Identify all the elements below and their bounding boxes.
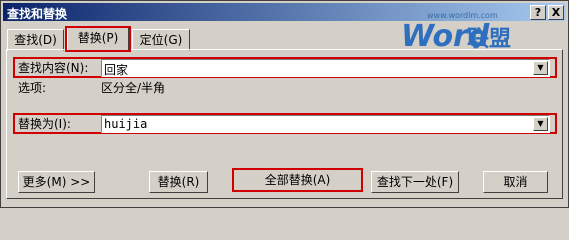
replace-label: 替换为(I): bbox=[18, 117, 71, 131]
chevron-down-icon[interactable]: ▼ bbox=[533, 117, 548, 131]
replace-combobox[interactable]: huijia ▼ bbox=[101, 115, 550, 133]
options-value: 区分全/半角 bbox=[101, 81, 166, 95]
tab-replace-highlight bbox=[65, 26, 131, 52]
find-next-button[interactable]: 查找下一处(F) bbox=[371, 171, 459, 193]
more-button[interactable]: 更多(M) >> bbox=[18, 171, 95, 193]
options-label: 选项: bbox=[18, 81, 47, 95]
close-button[interactable]: X bbox=[548, 5, 564, 20]
chevron-down-icon[interactable]: ▼ bbox=[533, 61, 548, 75]
window-title: 查找和替换 bbox=[7, 7, 68, 21]
cancel-button[interactable]: 取消 bbox=[483, 171, 548, 193]
find-replace-dialog: 查找和替换 ? X www.wordlm.com Word 联盟 查找(D) 替… bbox=[0, 0, 569, 208]
find-combobox[interactable]: 回家 ▼ bbox=[101, 59, 550, 77]
help-icon: ? bbox=[534, 6, 542, 19]
watermark-logo: www.wordlm.com Word 联盟 bbox=[393, 9, 533, 54]
replace-input[interactable]: huijia bbox=[104, 117, 147, 131]
close-icon: X bbox=[551, 6, 561, 19]
find-label: 查找内容(N): bbox=[18, 61, 89, 75]
find-input[interactable]: 回家 bbox=[104, 61, 128, 78]
replace-all-button[interactable]: 全部替换(A) bbox=[232, 168, 363, 192]
tab-find[interactable]: 查找(D) bbox=[7, 29, 64, 51]
tab-goto[interactable]: 定位(G) bbox=[132, 29, 190, 51]
replace-button[interactable]: 替换(R) bbox=[149, 171, 208, 193]
